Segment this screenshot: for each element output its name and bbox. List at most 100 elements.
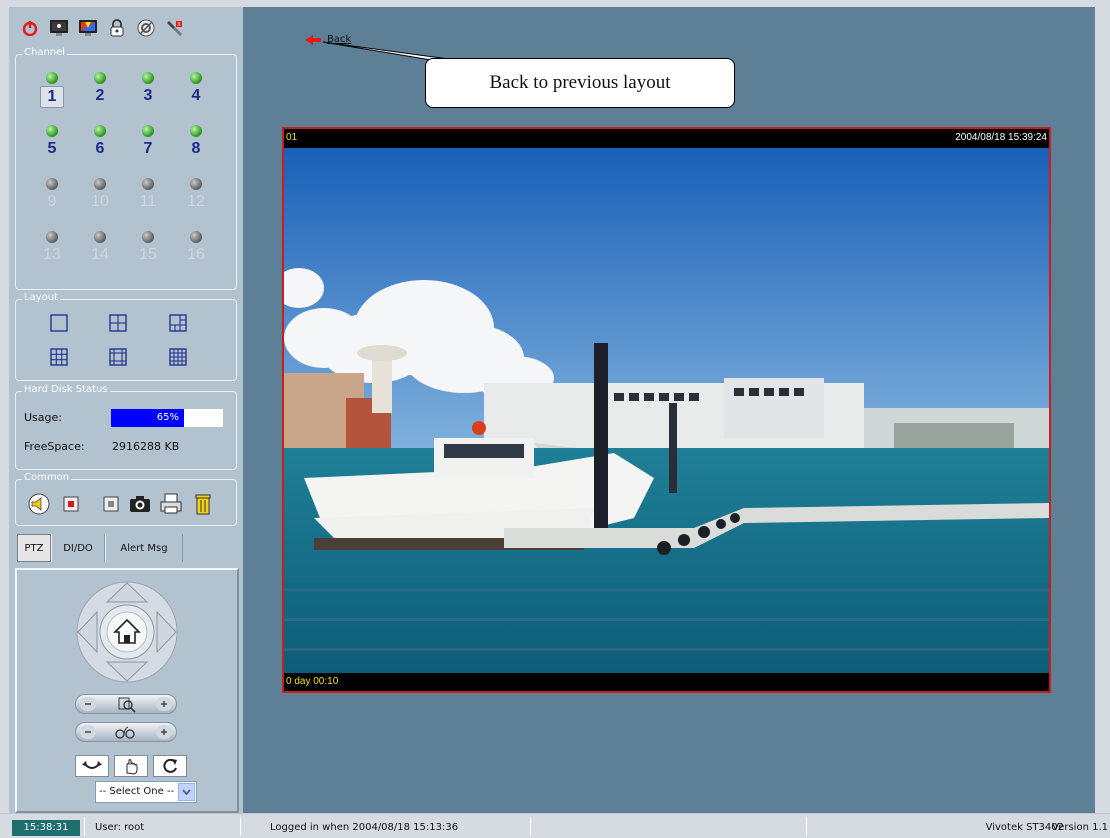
channel-status-led-icon — [190, 178, 202, 190]
focus-near-button[interactable] — [80, 725, 96, 739]
channel-status-led-icon — [94, 72, 106, 84]
back-arrow-icon — [305, 34, 321, 45]
tab-alert-msg[interactable]: Alert Msg — [105, 534, 183, 562]
focus-far-button[interactable] — [156, 725, 172, 739]
focus-icon — [115, 726, 135, 739]
lock-icon[interactable] — [106, 17, 128, 39]
channel-6-button[interactable]: 6 — [76, 125, 124, 169]
usage-label: Usage: — [24, 411, 62, 424]
channel-status-led-icon — [142, 178, 154, 190]
panel-tabs: PTZ DI/DO Alert Msg — [17, 534, 183, 562]
channel-11-button[interactable]: 11 — [124, 178, 172, 222]
channel-status-led-icon — [142, 125, 154, 137]
channel-number: 16 — [187, 246, 205, 263]
hard-disk-group-title: Hard Disk Status — [22, 384, 110, 395]
status-login: Logged in when 2004/08/18 15:13:36 — [270, 822, 459, 833]
tab-dido[interactable]: DI/DO — [51, 534, 105, 562]
channel-4-button[interactable]: 4 — [172, 72, 220, 116]
top-toolbar: X — [19, 17, 186, 41]
layout-group: Layout — [15, 292, 237, 381]
layout-group-title: Layout — [22, 292, 60, 303]
layout-1plus3-icon[interactable] — [169, 314, 187, 332]
hand-icon[interactable] — [114, 755, 148, 777]
channel-number: 11 — [139, 193, 157, 210]
status-clock: 15:38:31 — [12, 820, 80, 836]
channel-9-button[interactable]: 9 — [28, 178, 76, 222]
video-viewport[interactable]: 01 2004/08/18 15:39:24 0 day 00:10 — [282, 127, 1051, 693]
usage-percent: 65% — [156, 412, 179, 423]
channel-13-button[interactable]: 13 — [28, 231, 76, 275]
channel-number: 5 — [47, 140, 57, 157]
hard-disk-group: Hard Disk Status Usage: 65% FreeSpace: 2… — [15, 384, 237, 470]
layout-4x4-icon[interactable] — [169, 348, 187, 366]
chevron-down-icon[interactable] — [178, 783, 195, 801]
channel-group: Channel 1 2 3 4 5 6 7 8 9 10 11 12 13 14 15 16 — [15, 47, 237, 290]
video-channel-label: 01 — [286, 132, 298, 143]
status-user: User: root — [95, 822, 145, 833]
layout-2x2-icon[interactable] — [109, 314, 127, 332]
channel-8-button[interactable]: 8 — [172, 125, 220, 169]
channel-14-button[interactable]: 14 — [76, 231, 124, 275]
patrol-icon[interactable] — [153, 755, 187, 777]
layout-1plus12-icon[interactable] — [109, 348, 127, 366]
status-separator — [806, 817, 807, 836]
layout-1x1-icon[interactable] — [50, 314, 68, 332]
layout-3x3-icon[interactable] — [50, 348, 68, 366]
channel-number: 2 — [95, 87, 105, 104]
zoom-in-button[interactable] — [156, 697, 172, 711]
svg-text:X: X — [177, 22, 181, 28]
channel-group-title: Channel — [22, 47, 68, 58]
channel-15-button[interactable]: 15 — [124, 231, 172, 275]
video-timestamp: 2004/08/18 15:39:24 — [955, 132, 1047, 143]
focus-control — [75, 722, 177, 742]
channel-10-button[interactable]: 10 — [76, 178, 124, 222]
channel-status-led-icon — [94, 231, 106, 243]
freespace-label: FreeSpace: — [24, 440, 85, 453]
video-uptime: 0 day 00:10 — [286, 676, 339, 687]
stop-icon[interactable] — [98, 491, 124, 517]
zoom-out-button[interactable] — [80, 697, 96, 711]
channel-status-led-icon — [94, 178, 106, 190]
print-icon[interactable] — [158, 491, 184, 517]
channel-16-button[interactable]: 16 — [172, 231, 220, 275]
auto-pan-button[interactable] — [75, 755, 109, 777]
channel-number: 8 — [191, 140, 201, 157]
monitor-icon[interactable] — [48, 17, 70, 39]
zoom-icon — [118, 697, 136, 713]
tab-ptz-label: PTZ — [24, 542, 44, 554]
record-icon[interactable] — [58, 491, 84, 517]
common-group-title: Common — [22, 472, 72, 483]
channel-3-button[interactable]: 3 — [124, 72, 172, 116]
speaker-icon[interactable] — [26, 491, 52, 517]
tools-icon[interactable]: X — [164, 17, 186, 39]
settings-icon[interactable] — [135, 17, 157, 39]
color-monitor-icon[interactable] — [77, 17, 99, 39]
tab-ptz[interactable]: PTZ — [17, 534, 51, 562]
camera-image — [284, 148, 1049, 673]
main-view: Back Back to previous layout 01 2004/08/… — [243, 7, 1095, 813]
channel-2-button[interactable]: 2 — [76, 72, 124, 116]
freespace-value: 2916288 KB — [112, 440, 180, 453]
channel-number: 6 — [95, 140, 105, 157]
trash-icon[interactable] — [190, 491, 216, 517]
channel-1-button[interactable]: 1 — [28, 72, 76, 116]
channel-number: 4 — [191, 87, 201, 104]
channel-12-button[interactable]: 12 — [172, 178, 220, 222]
right-edge — [1095, 7, 1110, 813]
zoom-control — [75, 694, 177, 714]
channel-7-button[interactable]: 7 — [124, 125, 172, 169]
power-icon[interactable] — [19, 17, 41, 39]
channel-number: 1 — [40, 86, 64, 108]
tab-alert-msg-label: Alert Msg — [120, 542, 168, 554]
channel-status-led-icon — [190, 125, 202, 137]
video-bottom-bar: 0 day 00:10 — [284, 673, 1049, 691]
preset-select[interactable]: -- Select One -- — [95, 781, 197, 803]
callout-tooltip: Back to previous layout — [425, 58, 735, 108]
channel-5-button[interactable]: 5 — [28, 125, 76, 169]
ptz-dpad — [76, 581, 178, 683]
status-version: Version 1.1 — [1052, 822, 1108, 833]
channel-number: 10 — [91, 193, 109, 210]
channel-number: 12 — [187, 193, 205, 210]
camera-icon[interactable] — [127, 491, 153, 517]
common-group: Common — [15, 472, 237, 526]
